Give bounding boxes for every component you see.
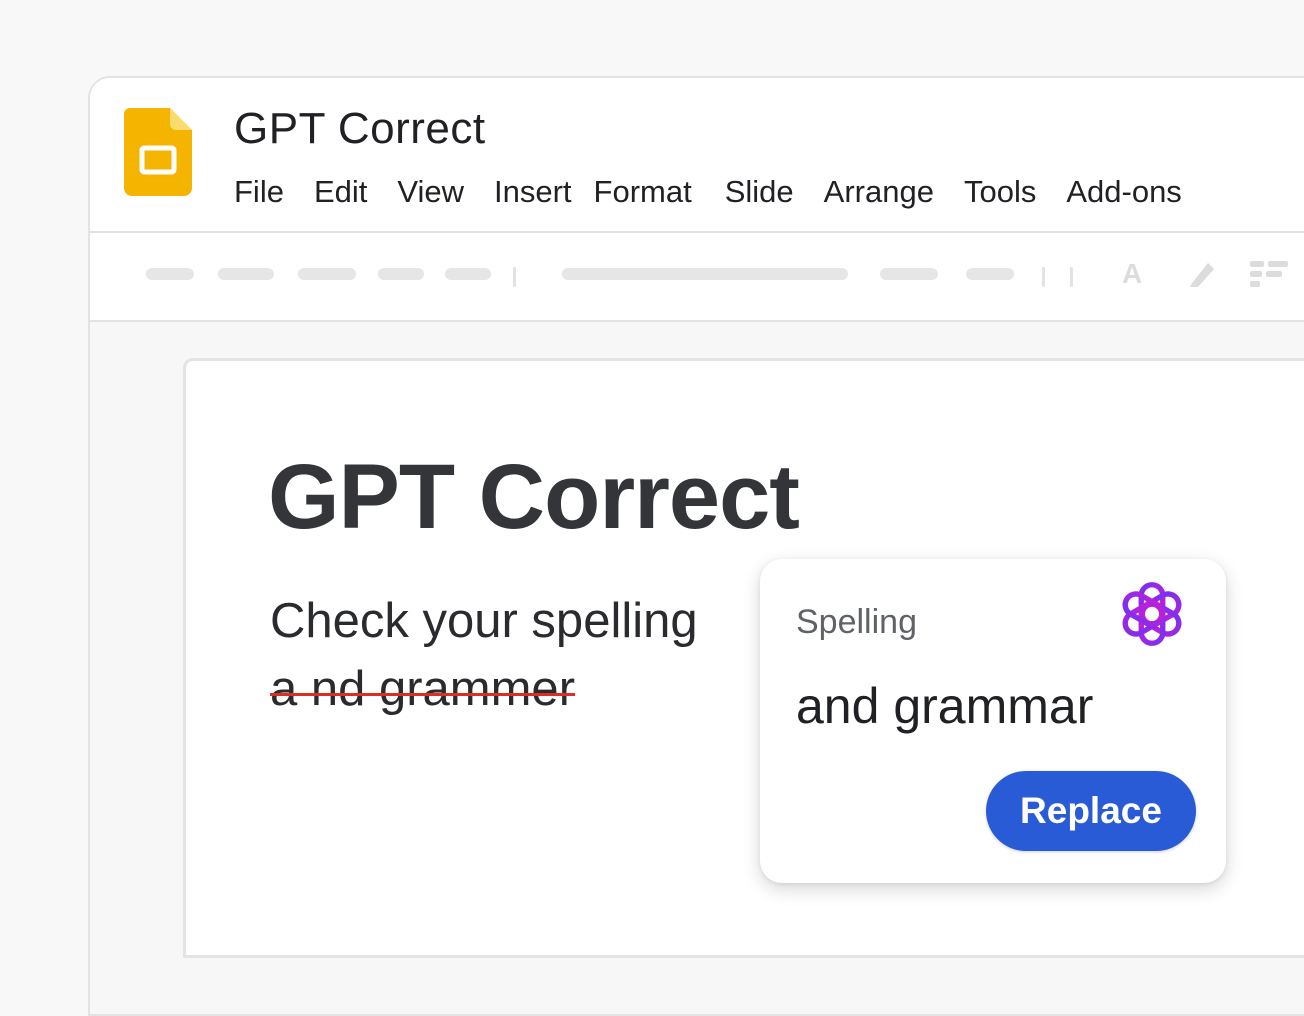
app-window: GPT Correct File Edit View Insert Format… (88, 76, 1304, 1016)
spelling-suggestion-popup: Spelling and grammar Replace (760, 559, 1226, 883)
toolbar-button-placeholder[interactable] (218, 268, 274, 280)
suggestion-type-label: Spelling (796, 603, 917, 641)
toolbar-button-placeholder[interactable] (445, 268, 491, 280)
misspelling-underline (270, 693, 576, 696)
toolbar-button-placeholder[interactable] (880, 268, 938, 280)
slide-title[interactable]: GPT Correct (268, 445, 800, 550)
menu-file[interactable]: File (234, 174, 284, 210)
menu-edit[interactable]: Edit (314, 174, 367, 210)
toolbar-button-placeholder[interactable] (298, 268, 356, 280)
menu-format[interactable]: Format (594, 174, 692, 210)
text-color-icon[interactable]: A (1122, 259, 1142, 289)
menu-add-ons[interactable]: Add-ons (1066, 174, 1181, 210)
menu-bar: File Edit View Insert Format Slide Arran… (234, 170, 1182, 214)
toolbar-divider (513, 267, 516, 287)
toolbar: A (90, 233, 1304, 322)
align-icon[interactable] (1250, 259, 1290, 289)
menu-tools[interactable]: Tools (964, 174, 1036, 210)
app-header: GPT Correct File Edit View Insert Format… (90, 78, 1304, 233)
slide[interactable]: GPT Correct Check your spelling a nd gra… (183, 358, 1304, 958)
toolbar-button-placeholder[interactable] (146, 268, 194, 280)
slides-icon[interactable] (124, 108, 192, 196)
toolbar-divider (1042, 267, 1045, 287)
menu-view[interactable]: View (397, 174, 464, 210)
replace-button[interactable]: Replace (986, 771, 1196, 851)
body-line: Check your spelling (270, 594, 698, 648)
openai-logo-icon (1122, 582, 1182, 646)
toolbar-button-placeholder[interactable] (378, 268, 424, 280)
slide-canvas: GPT Correct Check your spelling a nd gra… (90, 322, 1304, 1014)
slide-body-text[interactable]: Check your spelling a nd grammer (270, 587, 698, 723)
misspelled-text[interactable]: a nd grammer (270, 655, 576, 723)
menu-insert[interactable]: Insert (494, 174, 572, 210)
document-title[interactable]: GPT Correct (234, 104, 486, 154)
misspelled-word: a nd grammer (270, 662, 576, 716)
toolbar-button-placeholder[interactable] (966, 268, 1014, 280)
highlighter-icon[interactable] (1184, 257, 1218, 291)
menu-slide[interactable]: Slide (725, 174, 794, 210)
toolbar-font-placeholder[interactable] (562, 268, 848, 280)
menu-arrange[interactable]: Arrange (824, 174, 934, 210)
toolbar-divider (1070, 267, 1073, 287)
suggestion-text[interactable]: and grammar (796, 677, 1093, 735)
